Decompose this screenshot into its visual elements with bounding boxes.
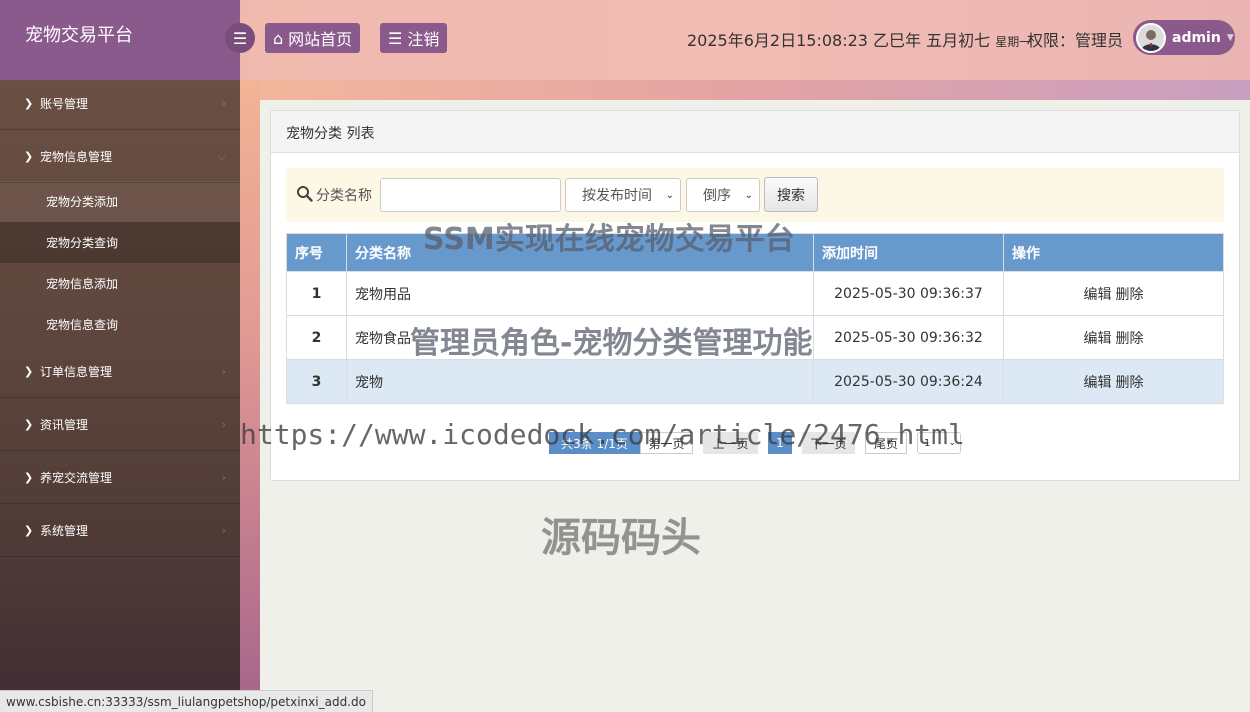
sidebar-subitem-category-add[interactable]: 宠物分类添加 [0,181,240,222]
pager-current-page[interactable]: 1 [768,432,792,454]
added-time: 2025-05-30 09:36:37 [813,271,1004,316]
permission-label: 权限：管理员 [1027,31,1124,50]
avatar [1136,22,1166,53]
list-icon: ☰ [388,28,403,48]
column-header: 分类名称 [346,233,814,272]
sidebar-item-label: 资讯管理 [40,418,89,432]
pager-last-button[interactable]: 尾页 [865,432,907,454]
delete-link[interactable]: 删除 [1116,287,1144,303]
chevron-down-icon: ⌄ [665,189,674,201]
sidebar-item-label: 订单信息管理 [40,365,113,379]
search-icon [297,186,313,202]
sort-field-select[interactable]: 按发布时间 ⌄ [565,178,681,212]
edit-link[interactable]: 编辑 [1084,331,1112,347]
home-button-label: 网站首页 [288,30,353,49]
chevron-down-icon: ⌄ [744,189,753,201]
chevron-right-icon: ❯ [24,365,34,378]
table-row: 2 宠物食品 2025-05-30 09:36:32 编辑 删除 [286,315,1224,360]
row-number: 3 [286,359,347,404]
column-header: 添加时间 [813,233,1004,272]
sidebar-edge [240,80,260,712]
username: admin [1172,29,1221,46]
browser-status-url: www.csbishe.cn:33333/ssm_liulangpetshop/… [0,690,373,712]
user-avatar-icon [1141,29,1161,51]
delete-link[interactable]: 删除 [1116,375,1144,391]
chevron-down-icon: ▼ [1226,32,1234,43]
sidebar-item-label: 账号管理 [40,97,89,111]
column-header: 序号 [286,233,347,272]
edit-link[interactable]: 编辑 [1084,287,1112,303]
pager-page-select-value: 1 [924,437,931,449]
menu-toggle-icon[interactable]: ☰ [225,23,255,53]
chevron-right-icon: › [221,97,226,110]
search-button[interactable]: 搜索 [764,177,818,212]
panel-title: 宠物分类 列表 [271,111,1239,153]
user-menu[interactable]: admin ▼ [1133,20,1235,55]
chevron-right-icon: › [221,418,226,431]
datetime-display: 2025年6月2日15:08:23 乙巳年 五月初七 星期一 [687,27,1031,51]
pager-page-select[interactable]: 1 ⌄ [917,432,961,454]
pager-first-button[interactable]: 第一页 [640,432,693,454]
chevron-right-icon: ❯ [24,97,34,110]
category-list-panel: 宠物分类 列表 分类名称 按发布时间 ⌄ 倒序 ⌄ 搜索 序号 分类名称 添加时… [270,110,1240,481]
home-button[interactable]: ⌂ 网站首页 [265,23,361,53]
sidebar-subitem-pet-add[interactable]: 宠物信息添加 [0,263,240,304]
weekday-text: 星期一 [995,35,1032,49]
home-icon: ⌂ [273,28,284,48]
sidebar-item-label: 养宠交流管理 [40,471,113,485]
chevron-right-icon: › [221,524,226,537]
chevron-right-icon: › [221,471,226,484]
row-number: 2 [286,315,347,360]
chevron-right-icon: ❯ [24,524,34,537]
category-name: 宠物 [346,359,814,404]
chevron-right-icon: ❯ [24,418,34,431]
column-header: 操作 [1003,233,1224,272]
row-number: 1 [286,271,347,316]
sidebar-item-label: 宠物信息管理 [40,150,113,164]
sidebar-item-account[interactable]: ❯ 账号管理 › [0,78,240,130]
sidebar-subitem-pet-query[interactable]: 宠物信息查询 [0,304,240,345]
row-actions: 编辑 删除 [1003,359,1224,404]
chevron-down-icon: ⌵ [217,149,226,163]
sidebar-item-orders[interactable]: ❯ 订单信息管理 › [0,346,240,398]
logout-button-label: 注销 [407,30,440,49]
pager-total: 共3条 1/1页 [549,432,640,454]
datetime-text: 2025年6月2日15:08:23 乙巳年 五月初七 [687,31,991,50]
sort-order-value: 倒序 [703,188,731,204]
sidebar-subitem-category-query[interactable]: 宠物分类查询 [0,222,240,263]
delete-link[interactable]: 删除 [1116,331,1144,347]
chevron-right-icon: › [221,365,226,378]
sort-field-value: 按发布时间 [582,188,652,204]
sidebar-item-forum[interactable]: ❯ 养宠交流管理 › [0,452,240,504]
sort-order-select[interactable]: 倒序 ⌄ [686,178,760,212]
search-label: 分类名称 [316,188,372,204]
app-brand: 宠物交易平台 [0,0,240,80]
chevron-right-icon: ❯ [24,150,34,163]
category-name: 宠物用品 [346,271,814,316]
edit-link[interactable]: 编辑 [1084,375,1112,391]
sidebar-item-pet-info[interactable]: ❯ 宠物信息管理 ⌵ [0,131,240,183]
search-input[interactable] [380,178,561,212]
sidebar-item-label: 系统管理 [40,524,89,538]
table-row: 1 宠物用品 2025-05-30 09:36:37 编辑 删除 [286,271,1224,316]
sidebar-item-system[interactable]: ❯ 系统管理 › [0,505,240,557]
chevron-down-icon: ⌄ [948,438,956,448]
added-time: 2025-05-30 09:36:24 [813,359,1004,404]
pager-prev-button[interactable]: 上一页 [703,432,758,454]
row-actions: 编辑 删除 [1003,271,1224,316]
category-table: 序号 分类名称 添加时间 操作 1 宠物用品 2025-05-30 09:36:… [286,233,1224,404]
search-bar: 分类名称 按发布时间 ⌄ 倒序 ⌄ 搜索 [286,168,1224,222]
added-time: 2025-05-30 09:36:32 [813,315,1004,360]
table-row: 3 宠物 2025-05-30 09:36:24 编辑 删除 [286,359,1224,404]
logout-button[interactable]: ☰ 注销 [380,23,448,53]
table-header-row: 序号 分类名称 添加时间 操作 [286,233,1224,272]
row-actions: 编辑 删除 [1003,315,1224,360]
content-top-band [260,80,1250,100]
pager-next-button[interactable]: 下一页 [802,432,855,454]
chevron-right-icon: ❯ [24,471,34,484]
sidebar-item-news[interactable]: ❯ 资讯管理 › [0,399,240,451]
category-name: 宠物食品 [346,315,814,360]
watermark-brand: 源码码头 [541,515,701,561]
